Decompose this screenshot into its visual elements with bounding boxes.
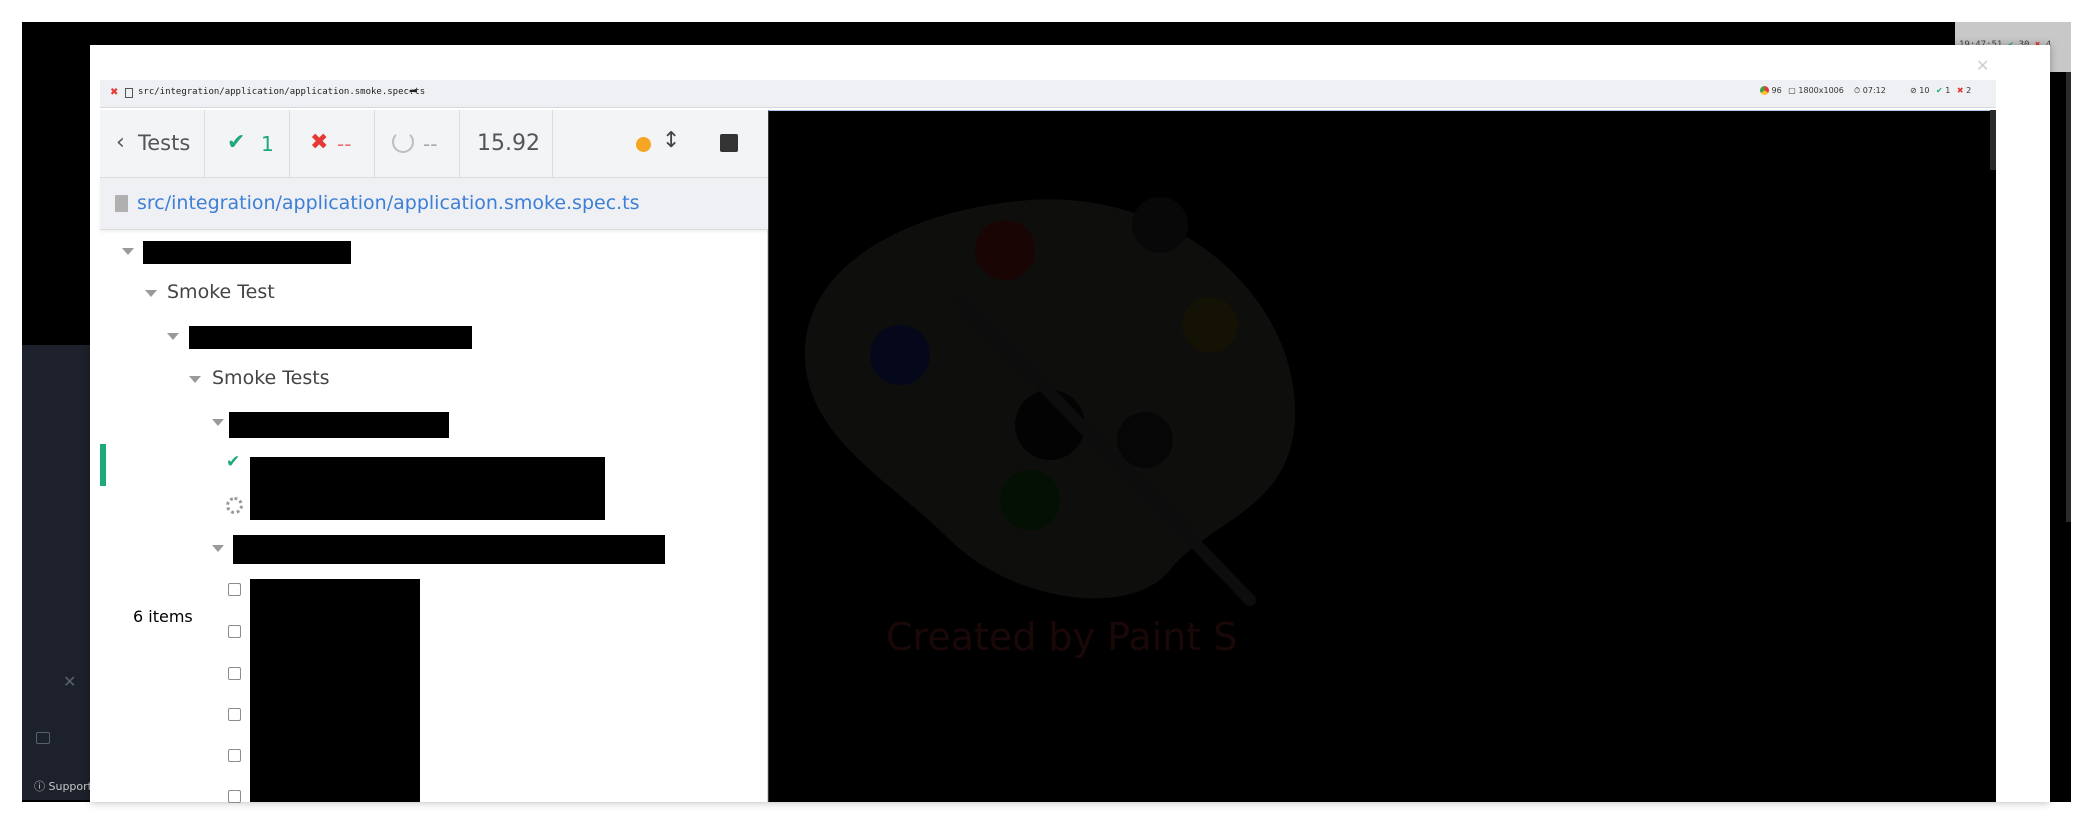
pending-count: -- xyxy=(423,132,438,156)
redacted-suite-title xyxy=(229,412,449,438)
auto-scroll-dot-icon[interactable] xyxy=(636,137,651,152)
monitor-icon: ▢ xyxy=(1788,86,1796,95)
spec-fail-count-icon: ✖ xyxy=(1956,86,1964,95)
test-running-spinner-icon xyxy=(226,497,243,514)
redacted-suite-title xyxy=(143,241,351,264)
active-test-indicator xyxy=(100,444,106,486)
redacted-suite-title xyxy=(189,326,472,349)
scroll-arrows-icon[interactable]: ↕ xyxy=(662,128,680,153)
preview-scrollbar[interactable] xyxy=(1990,110,1996,170)
palette-red-spot xyxy=(975,220,1035,280)
modal-close-icon[interactable]: ✕ xyxy=(1976,56,1989,75)
collapse-triangle-icon[interactable] xyxy=(145,290,157,297)
support-label: Support xyxy=(48,780,92,793)
test-checkbox[interactable] xyxy=(228,667,241,680)
help-icon: ⓘ xyxy=(34,780,45,793)
outer-side-panel xyxy=(22,345,92,800)
close-icon[interactable]: ✕ xyxy=(63,672,76,691)
spinner-icon xyxy=(392,131,414,153)
palette-green-spot xyxy=(1000,470,1060,530)
calendar-icon[interactable] xyxy=(36,732,50,744)
outer-right-scrollbar xyxy=(2066,72,2071,522)
test-pass-check-icon: ✔ xyxy=(226,452,241,472)
file-icon xyxy=(125,88,133,98)
tests-back-label: Tests xyxy=(138,131,191,155)
open-external-icon[interactable]: ➦ xyxy=(409,86,417,97)
chevron-left-icon: ‹ xyxy=(116,130,125,155)
collapse-triangle-icon[interactable] xyxy=(189,376,201,383)
browser-info: 96 ▢ 1800x1006 xyxy=(1760,86,1844,95)
spec-header-path[interactable]: src/integration/application/application.… xyxy=(138,87,425,97)
file-path-link[interactable]: src/integration/application/application.… xyxy=(137,192,640,214)
browser-version: 96 xyxy=(1771,86,1782,95)
spec-duration: ⏱ 07:12 xyxy=(1854,86,1886,96)
test-checkbox[interactable] xyxy=(228,625,241,638)
check-icon: ✔ xyxy=(227,130,246,155)
test-checkbox[interactable] xyxy=(228,749,241,762)
duration-value: 15.92 xyxy=(477,131,540,156)
collapse-triangle-icon[interactable] xyxy=(167,333,179,340)
collapse-triangle-icon[interactable] xyxy=(212,545,224,552)
passed-stat: ✔ 1 xyxy=(205,110,290,178)
chrome-icon xyxy=(1760,86,1769,95)
preview-watermark-text: Created by Paint S xyxy=(886,615,1238,659)
spec-failed-count: 2 xyxy=(1966,86,1972,95)
spec-fail-icon: ✖ xyxy=(110,87,119,98)
stop-button[interactable] xyxy=(720,134,738,152)
spec-counts: ⊘ 10 ✔ 1 ✖ 2 xyxy=(1910,86,1971,95)
tests-back-button[interactable]: ‹ Tests xyxy=(100,110,205,178)
passed-count: 1 xyxy=(261,132,274,156)
items-count-label: 6 items xyxy=(133,607,193,626)
collapse-triangle-icon[interactable] xyxy=(122,248,134,255)
redacted-test-list xyxy=(250,579,420,802)
support-link[interactable]: ⓘ Support xyxy=(34,778,92,794)
test-checkbox[interactable] xyxy=(228,583,241,596)
test-checkbox[interactable] xyxy=(228,708,241,721)
duration-stat: 15.92 xyxy=(460,110,553,178)
redacted-test-titles xyxy=(250,457,605,520)
failed-stat: ✖ -- xyxy=(290,110,375,178)
test-checkbox[interactable] xyxy=(228,790,241,803)
suite-smoke-test[interactable]: Smoke Test xyxy=(167,281,275,303)
document-icon xyxy=(115,195,128,212)
spec-duration-value: 07:12 xyxy=(1862,86,1886,95)
x-icon: ✖ xyxy=(310,130,329,155)
palette-yellow-spot xyxy=(1182,297,1238,353)
stopwatch-icon: ⏱ xyxy=(1854,86,1861,95)
spec-pending-count: 10 xyxy=(1919,86,1930,95)
spec-passed-count: 1 xyxy=(1945,86,1951,95)
palette-blue-spot xyxy=(870,325,930,385)
suite-smoke-tests[interactable]: Smoke Tests xyxy=(212,367,330,389)
pending-icon: ⊘ xyxy=(1910,86,1917,95)
palette-watermark xyxy=(804,197,1296,606)
palette-dark-spot xyxy=(1132,197,1188,253)
viewport-size: 1800x1006 xyxy=(1798,86,1844,95)
palette-dark-spot-2 xyxy=(1117,412,1173,468)
pending-stat: -- xyxy=(375,110,460,178)
redacted-suite-title xyxy=(233,535,665,564)
collapse-triangle-icon[interactable] xyxy=(212,419,224,426)
failed-count: -- xyxy=(337,132,352,156)
spec-pass-icon: ✔ xyxy=(1935,86,1943,95)
